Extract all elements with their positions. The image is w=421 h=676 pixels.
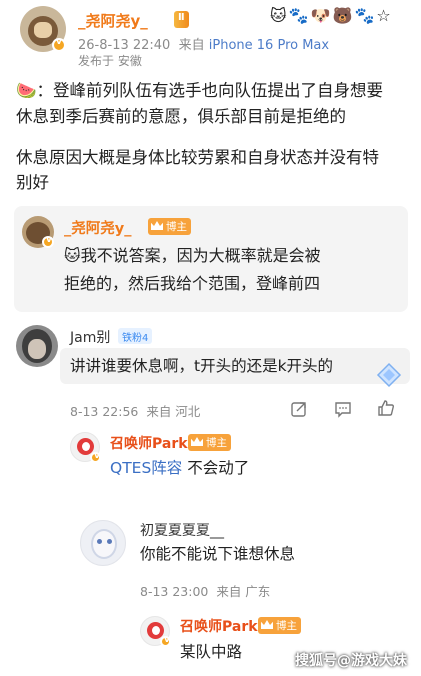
comment-text: 你能不能说下谁想休息 <box>140 545 296 563</box>
reply-author-name[interactable]: _尧阿尧y_ <box>64 217 131 238</box>
bear-icon: 🐻 <box>332 6 353 25</box>
cat-icon: 🐱 <box>270 6 287 25</box>
comment-location: 来自 广东 <box>216 584 271 599</box>
paw-icon: 🐾 <box>354 6 375 25</box>
verified-icon <box>90 451 101 463</box>
blogger-badge: 博主 <box>148 218 191 235</box>
post-device: iPhone 16 Pro Max <box>208 38 330 53</box>
level-badge: Ⅱ <box>174 11 189 28</box>
comment-icon[interactable] <box>334 400 352 418</box>
reply-text: QTES阵容 不会动了 <box>110 455 249 482</box>
post-line-4: 别好 <box>16 173 49 192</box>
comment-text: 讲讲谁要休息啊，t开头的还是k开头的 <box>70 357 334 375</box>
post-location: 发布于 安徽 <box>78 54 142 68</box>
reply-name[interactable]: 召唤师Park <box>180 616 258 636</box>
author-reply-line-1: 🐱我不说答案，因为大概率就是会被 <box>64 246 321 265</box>
verified-icon <box>160 635 171 647</box>
fan-icon-row: 🐱 🐾 🐶 🐻 🐾 ☆ <box>270 6 393 25</box>
comment-time: 8-13 23:00 <box>140 584 209 599</box>
comment-location: 来自 河北 <box>146 404 201 419</box>
fan-level-badge: 铁粉4 <box>118 328 153 344</box>
comment-meta: 8-13 22:56 来自 河北 <box>70 401 200 420</box>
author-reply-line-2: 拒绝的，然后我给个范围，登峰前四 <box>64 274 321 293</box>
commenter-avatar[interactable] <box>16 325 58 367</box>
post-author-name[interactable]: _尧阿尧y_ <box>78 10 148 31</box>
blogger-badge: 博主 <box>258 617 301 634</box>
comment-meta: 8-13 23:00 来自 广东 <box>140 581 270 600</box>
paw-icon: 🐾 <box>288 6 309 25</box>
post-line-3: 休息原因大概是身体比较劳累和自身状态并没有特 <box>16 148 379 167</box>
star-icon[interactable]: ☆ <box>376 6 390 25</box>
watermark: 搜狐号@游戏大妹 <box>295 653 407 669</box>
commenter-name[interactable]: 初夏夏夏夏__ <box>140 520 224 540</box>
verified-icon <box>52 37 66 52</box>
commenter-avatar[interactable] <box>80 520 126 566</box>
reply-text-body: 不会动了 <box>182 459 250 477</box>
diamond-icon <box>376 362 402 388</box>
like-icon[interactable] <box>377 399 395 417</box>
post-line-2: 休息到季后赛前的意愿，俱乐部目前是拒绝的 <box>16 107 346 126</box>
share-icon[interactable] <box>290 400 308 418</box>
blogger-badge: 博主 <box>188 434 231 451</box>
reply-text: 某队中路 <box>180 643 243 661</box>
post-time: 26-8-13 22:40 <box>78 38 171 53</box>
dog-icon: 🐶 <box>310 6 331 25</box>
verified-icon <box>42 235 54 248</box>
comment-time: 8-13 22:56 <box>70 404 139 419</box>
topic-link[interactable]: QTES阵容 <box>110 459 182 477</box>
post-line-1: 🍉：登峰前列队伍有选手也向队伍提出了自身想要 <box>16 81 384 100</box>
commenter-name[interactable]: Jam别 <box>70 327 110 347</box>
post-meta: 26-8-13 22:40 来自 iPhone 16 Pro Max <box>78 34 329 53</box>
post-from-label: 来自 <box>178 38 205 53</box>
reply-name[interactable]: 召唤师Park <box>110 433 188 453</box>
